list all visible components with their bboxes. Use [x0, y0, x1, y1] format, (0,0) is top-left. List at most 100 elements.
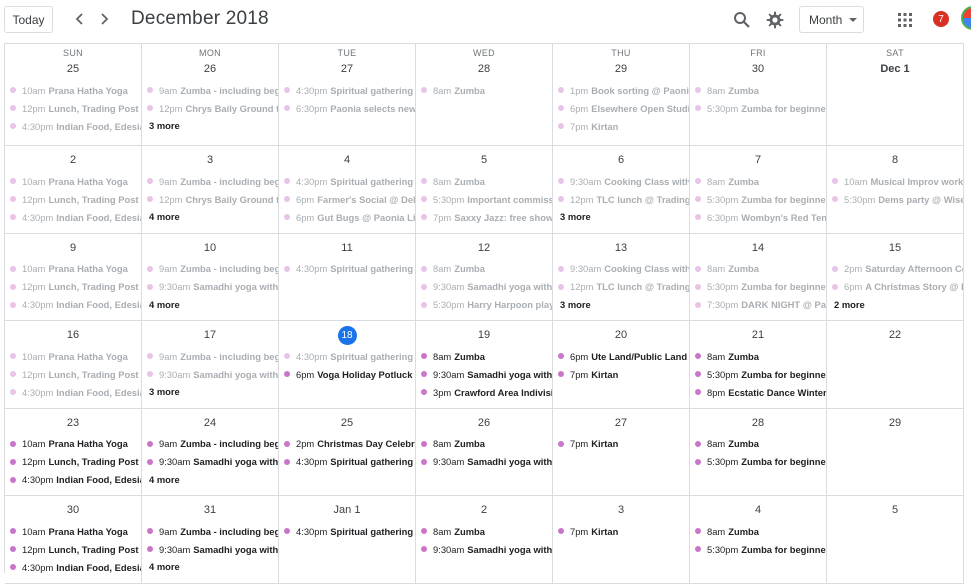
- event-chip[interactable]: 9am Zumba - including begi: [147, 435, 278, 453]
- day-cell[interactable]: 3 9am Zumba - including begi 12pm Chrys Bail…: [142, 146, 279, 234]
- more-events-link[interactable]: 3 more: [147, 383, 278, 401]
- date-number[interactable]: 2: [416, 500, 552, 520]
- more-events-link[interactable]: 4 more: [147, 208, 278, 226]
- event-chip[interactable]: 4:30pm Spiritual gathering: [284, 172, 415, 190]
- day-cell[interactable]: 24 9am Zumba - including begi 9:30am Samadhi…: [142, 408, 279, 496]
- event-chip[interactable]: 5:30pm Dems party @ Wisel: [832, 190, 963, 208]
- today-button[interactable]: Today: [4, 6, 53, 33]
- view-select[interactable]: Month: [799, 6, 864, 33]
- event-chip[interactable]: 7pm Kirtan: [558, 117, 689, 135]
- date-number[interactable]: 26: [416, 413, 552, 433]
- event-chip[interactable]: 7:30pm DARK NIGHT @ Par: [695, 296, 826, 314]
- date-number[interactable]: 5: [416, 150, 552, 170]
- more-events-link[interactable]: 4 more: [147, 471, 278, 489]
- date-number[interactable]: 12: [416, 238, 552, 258]
- event-chip[interactable]: 5:30pm Zumba for beginner: [695, 278, 826, 296]
- day-cell[interactable]: Jan 1 4:30pm Spiritual gathering: [279, 496, 416, 584]
- event-chip[interactable]: 6pm Elsewhere Open Studio: [558, 99, 689, 117]
- more-events-link[interactable]: 4 more: [147, 296, 278, 314]
- day-cell[interactable]: 14 8am Zumba 5:30pm Zumba for beginner 7:30pm…: [690, 233, 827, 321]
- day-cell[interactable]: 26 8am Zumba 9:30am Samadhi yoga with I: [416, 408, 553, 496]
- event-chip[interactable]: 9:30am Samadhi yoga with I: [421, 540, 552, 558]
- event-chip[interactable]: 12pm Chrys Baily Ground to: [147, 190, 278, 208]
- event-chip[interactable]: 7pm Kirtan: [558, 522, 689, 540]
- date-number[interactable]: 22: [827, 325, 963, 345]
- day-cell[interactable]: SAT Dec 1: [827, 44, 964, 146]
- event-chip[interactable]: 4:30pm Indian Food, Edesia: [10, 558, 141, 576]
- event-chip[interactable]: 9am Zumba - including begi: [147, 172, 278, 190]
- day-cell[interactable]: 17 9am Zumba - including begi 9:30am Samadhi…: [142, 321, 279, 409]
- gear-icon[interactable]: [763, 8, 787, 32]
- day-cell[interactable]: 18 4:30pm Spiritual gathering 6pm Voga Holid…: [279, 321, 416, 409]
- apps-grid-icon[interactable]: [893, 8, 917, 32]
- event-chip[interactable]: 7pm Saxxy Jazz: free show: [421, 208, 552, 226]
- chevron-left-icon[interactable]: [69, 8, 91, 30]
- event-chip[interactable]: 8am Zumba: [421, 172, 552, 190]
- day-cell[interactable]: WED 28 8am Zumba: [416, 44, 553, 146]
- event-chip[interactable]: 4:30pm Indian Food, Edesia: [10, 383, 141, 401]
- event-chip[interactable]: 2pm Christmas Day Celebra: [284, 435, 415, 453]
- date-number[interactable]: 17: [142, 325, 278, 345]
- event-chip[interactable]: 12pm Chrys Baily Ground to: [147, 99, 278, 117]
- date-number[interactable]: 30: [690, 59, 826, 79]
- date-number[interactable]: 28: [416, 59, 552, 79]
- event-chip[interactable]: 10am Musical Improv works: [832, 172, 963, 190]
- event-chip[interactable]: 6pm Gut Bugs @ Paonia Lib: [284, 208, 415, 226]
- day-cell[interactable]: 11 4:30pm Spiritual gathering: [279, 233, 416, 321]
- event-chip[interactable]: 4:30pm Spiritual gathering: [284, 522, 415, 540]
- event-chip[interactable]: 8am Zumba: [421, 435, 552, 453]
- date-number[interactable]: 4: [690, 500, 826, 520]
- event-chip[interactable]: 6:30pm Wombyn's Red Tent: [695, 208, 826, 226]
- notification-badge[interactable]: 7: [933, 11, 949, 27]
- day-cell[interactable]: 23 10am Prana Hatha Yoga 12pm Lunch, Trading…: [5, 408, 142, 496]
- event-chip[interactable]: 10am Prana Hatha Yoga: [10, 435, 141, 453]
- date-number[interactable]: 29: [553, 59, 689, 79]
- event-chip[interactable]: 9am Zumba - including begi: [147, 81, 278, 99]
- day-cell[interactable]: 31 9am Zumba - including begi 9:30am Samadhi…: [142, 496, 279, 584]
- event-chip[interactable]: 10am Prana Hatha Yoga: [10, 260, 141, 278]
- day-cell[interactable]: 28 8am Zumba 5:30pm Zumba for beginner: [690, 408, 827, 496]
- day-cell[interactable]: 15 2pm Saturday Afternoon Co 6pm A Christmas…: [827, 233, 964, 321]
- event-chip[interactable]: 4:30pm Spiritual gathering: [284, 453, 415, 471]
- event-chip[interactable]: 9:30am Samadhi yoga with I: [147, 453, 278, 471]
- event-chip[interactable]: 9:30am Cooking Class with: [558, 260, 689, 278]
- day-cell[interactable]: 13 9:30am Cooking Class with 12pm TLC lunch …: [553, 233, 690, 321]
- date-number[interactable]: 28: [690, 413, 826, 433]
- date-number[interactable]: 3: [553, 500, 689, 520]
- event-chip[interactable]: 6:30pm Paonia selects new: [284, 99, 415, 117]
- date-number[interactable]: 26: [142, 59, 278, 79]
- date-number[interactable]: 4: [279, 150, 415, 170]
- date-number[interactable]: 27: [279, 59, 415, 79]
- event-chip[interactable]: 6pm Voga Holiday Potluck F: [284, 365, 415, 383]
- event-chip[interactable]: 5:30pm Zumba for beginner: [695, 99, 826, 117]
- day-cell[interactable]: 16 10am Prana Hatha Yoga 12pm Lunch, Trading…: [5, 321, 142, 409]
- day-cell[interactable]: 22: [827, 321, 964, 409]
- event-chip[interactable]: 5:30pm Zumba for beginner: [695, 365, 826, 383]
- event-chip[interactable]: 4:30pm Indian Food, Edesia: [10, 117, 141, 135]
- date-number[interactable]: 9: [5, 238, 141, 258]
- more-events-link[interactable]: 3 more: [558, 208, 689, 226]
- event-chip[interactable]: 9:30am Cooking Class with: [558, 172, 689, 190]
- event-chip[interactable]: 9am Zumba - including begi: [147, 347, 278, 365]
- date-number[interactable]: 30: [5, 500, 141, 520]
- day-cell[interactable]: 3 7pm Kirtan: [553, 496, 690, 584]
- day-cell[interactable]: 2 10am Prana Hatha Yoga 12pm Lunch, Trading …: [5, 146, 142, 234]
- day-cell[interactable]: 29: [827, 408, 964, 496]
- date-number[interactable]: 25: [5, 59, 141, 79]
- date-number[interactable]: 31: [142, 500, 278, 520]
- day-cell[interactable]: 27 7pm Kirtan: [553, 408, 690, 496]
- day-cell[interactable]: 4 4:30pm Spiritual gathering 6pm Farmer's So…: [279, 146, 416, 234]
- event-chip[interactable]: 8am Zumba: [695, 81, 826, 99]
- event-chip[interactable]: 1pm Book sorting @ Paonia: [558, 81, 689, 99]
- event-chip[interactable]: 9am Zumba - including begi: [147, 522, 278, 540]
- date-number[interactable]: 25: [279, 413, 415, 433]
- date-number[interactable]: 8: [827, 150, 963, 170]
- date-number[interactable]: 2: [5, 150, 141, 170]
- day-cell[interactable]: 4 8am Zumba 5:30pm Zumba for beginner: [690, 496, 827, 584]
- day-cell[interactable]: FRI 30 8am Zumba 5:30pm Zumba for beginner: [690, 44, 827, 146]
- event-chip[interactable]: 5:30pmImportant commissio: [421, 190, 552, 208]
- event-chip[interactable]: 8am Zumba: [421, 260, 552, 278]
- event-chip[interactable]: 9:30am Samadhi yoga with I: [421, 365, 552, 383]
- event-chip[interactable]: 4:30pm Indian Food, Edesia: [10, 471, 141, 489]
- day-cell[interactable]: 5: [827, 496, 964, 584]
